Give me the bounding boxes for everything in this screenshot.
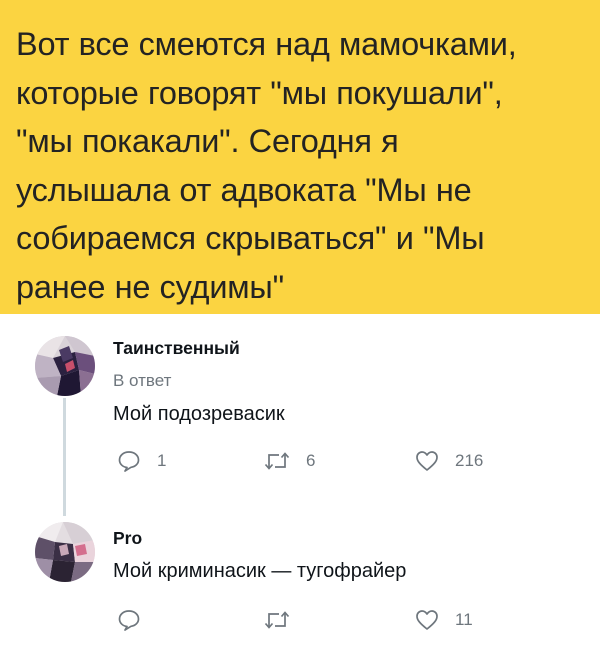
like-button[interactable]: 216 [415, 450, 483, 472]
post-text-banner: Вот все смеются над мамочками, которые г… [0, 0, 600, 314]
reply-bubble-icon [118, 451, 140, 472]
retweet-button[interactable] [264, 609, 306, 631]
retweet-count: 6 [306, 451, 316, 470]
post-line: которые говорят "мы покушали", [16, 74, 503, 111]
heart-outline-icon [416, 451, 438, 471]
comment-1: Таинственный В ответ Мой подозревасик 1 … [0, 330, 600, 505]
avatar[interactable] [35, 522, 95, 582]
retweet-arrows-icon [264, 611, 290, 629]
retweet-button[interactable]: 6 [264, 450, 315, 472]
comment-author[interactable]: Pro [113, 528, 142, 549]
post-line: "мы покакали". Сегодня я [16, 123, 399, 159]
reply-button[interactable]: 1 [117, 450, 166, 472]
like-button[interactable]: 11 [415, 609, 473, 631]
reply-button[interactable] [117, 609, 157, 631]
reply-bubble-icon [118, 610, 140, 631]
comment-2: Pro Мой криминасик — тугофрайер 11 [0, 520, 600, 655]
comment-text: Мой криминасик — тугофрайер [113, 560, 407, 582]
post-line: собираемся скрываться" и "Мы [16, 220, 485, 256]
retweet-arrows-icon [264, 452, 290, 470]
heart-outline-icon [416, 610, 438, 630]
like-count: 216 [455, 451, 484, 470]
reply-to-label[interactable]: В ответ [113, 371, 171, 391]
post-text: Вот все смеются над мамочками, которые г… [16, 20, 586, 311]
post-line: ранее не судимы" [16, 268, 284, 305]
avatar[interactable] [35, 336, 95, 396]
reply-count: 1 [157, 451, 167, 470]
post-line: Вот все смеются над мамочками, [16, 26, 517, 62]
comment-text: Мой подозревасик [113, 403, 285, 425]
post-line: услышала от адвоката "Мы не [16, 171, 472, 208]
comment-author[interactable]: Таинственный [113, 338, 240, 359]
like-count: 11 [455, 610, 473, 629]
